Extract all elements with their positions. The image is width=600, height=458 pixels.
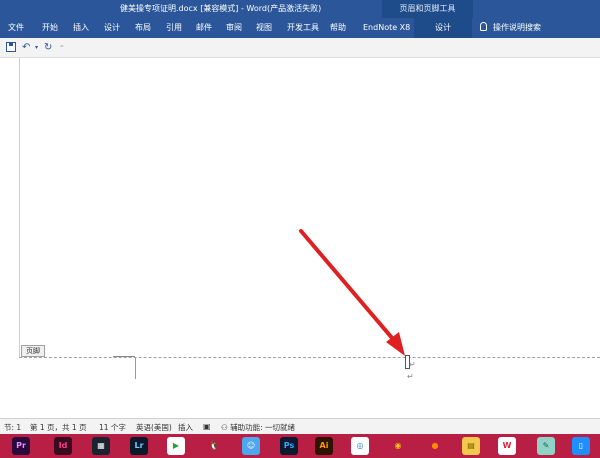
arrow-shaft	[299, 229, 400, 347]
notes-icon[interactable]: ✎	[537, 437, 555, 455]
red-arrow-annotation	[299, 229, 405, 356]
macro-record-icon[interactable]: ▣	[203, 422, 211, 431]
chrome-icon[interactable]: ◉	[389, 437, 407, 455]
media-player-icon[interactable]: ▶	[167, 437, 185, 455]
word-count[interactable]: 11 个字	[99, 422, 126, 433]
video-editor-icon[interactable]: ▦	[92, 437, 110, 455]
file-explorer-icon[interactable]: ▤	[462, 437, 480, 455]
phone-icon[interactable]: ▯	[572, 437, 590, 455]
qq-icon[interactable]: 🐧	[205, 437, 223, 455]
browser-360-icon[interactable]: ◎	[351, 437, 369, 455]
indesign-icon[interactable]: Id	[54, 437, 72, 455]
premiere-icon[interactable]: Pr	[12, 437, 30, 455]
wps-icon[interactable]: W	[498, 437, 516, 455]
accessibility-icon: ⚇	[221, 423, 231, 432]
status-bar: 节: 1 第 1 页，共 1 页 11 个字 英语(美国) 插入 ▣ ⚇ 辅助功…	[0, 418, 600, 434]
photoshop-icon[interactable]: Ps	[280, 437, 298, 455]
finder-icon[interactable]: ☺	[242, 437, 260, 455]
taskbar: Pr Id ▦ Lr ▶ 🐧 ☺ Ps Ai ◎ ◉ ● ▤ W ✎ ▯	[0, 434, 600, 458]
section-indicator[interactable]: 节: 1	[4, 422, 21, 433]
accessibility-label: 辅助功能: 一切就绪	[230, 423, 296, 432]
language-indicator[interactable]: 英语(美国)	[136, 422, 172, 433]
firefox-icon[interactable]: ●	[426, 437, 444, 455]
page-indicator[interactable]: 第 1 页，共 1 页	[30, 422, 87, 433]
illustrator-icon[interactable]: Ai	[315, 437, 333, 455]
accessibility-status[interactable]: ⚇ 辅助功能: 一切就绪	[221, 422, 295, 433]
lightroom-icon[interactable]: Lr	[130, 437, 148, 455]
insert-mode[interactable]: 插入	[178, 422, 193, 433]
